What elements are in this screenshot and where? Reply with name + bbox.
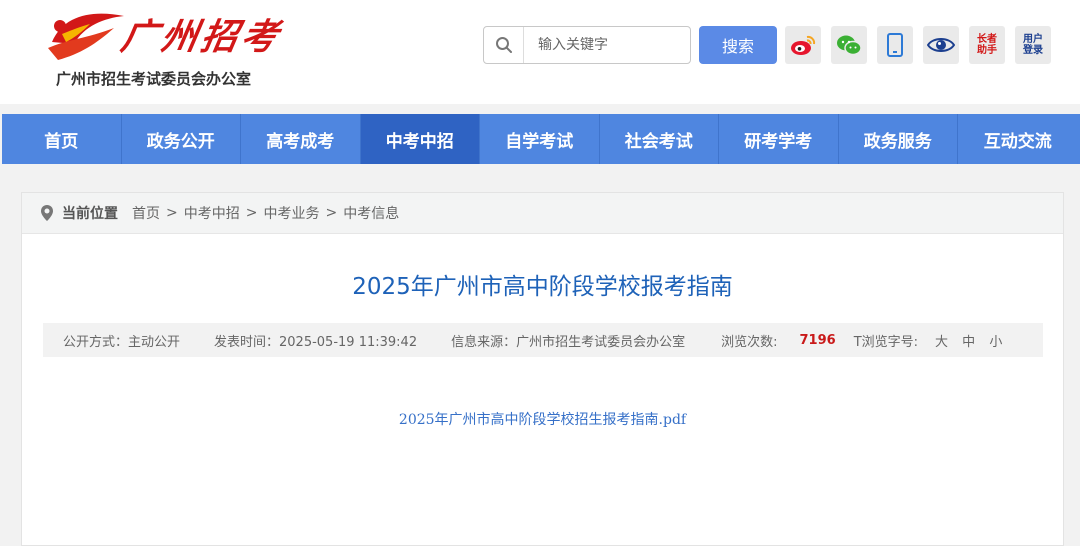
accessibility-button[interactable] xyxy=(923,26,959,64)
site-header: 广州招考 广州市招生考试委员会办公室 搜索 xyxy=(0,0,1080,104)
main-content: 当前位置 首页 > 中考中招 > 中考业务 > 中考信息 2025年广州市高中阶… xyxy=(21,192,1064,546)
nav-item-gaokao[interactable]: 高考成考 xyxy=(241,114,361,164)
search-button[interactable]: 搜索 xyxy=(699,26,777,64)
breadcrumb-separator: > xyxy=(245,205,258,221)
nav-item-self-study-exam[interactable]: 自学考试 xyxy=(480,114,600,164)
breadcrumb-zhongkao-business[interactable]: 中考业务 xyxy=(263,203,319,223)
nav-item-interaction[interactable]: 互动交流 xyxy=(958,114,1078,164)
search-icon xyxy=(484,27,524,63)
font-size-options: 大 中 小 xyxy=(930,331,1007,350)
main-nav: 首页 政务公开 高考成考 中考中招 自学考试 社会考试 研考学考 政务服务 互动… xyxy=(2,114,1080,164)
disclosure-method: 公开方式：主动公开 xyxy=(63,334,181,350)
breadcrumb-label: 当前位置 xyxy=(62,206,118,222)
nav-item-home[interactable]: 首页 xyxy=(2,114,122,164)
info-source: 信息来源：广州市招生考试委员会办公室 xyxy=(451,334,686,350)
nav-item-zhongkao[interactable]: 中考中招 xyxy=(360,114,480,164)
user-login-button[interactable]: 用户登录 xyxy=(1015,26,1051,64)
logo-subtitle: 广州市招生考试委员会办公室 xyxy=(56,70,252,88)
eye-icon xyxy=(927,38,955,52)
font-size-small[interactable]: 小 xyxy=(989,335,1002,350)
mobile-button[interactable] xyxy=(877,26,913,64)
views-label: 浏览次数: xyxy=(721,334,778,350)
publish-time: 发表时间：2025-05-19 11:39:42 xyxy=(214,334,418,350)
font-size-label: T浏览字号: xyxy=(853,334,919,350)
search-input[interactable] xyxy=(538,37,678,53)
views-count: 7196 xyxy=(799,332,836,348)
font-size-large[interactable]: 大 xyxy=(935,335,948,350)
breadcrumb-zhongkao[interactable]: 中考中招 xyxy=(184,203,240,223)
wechat-button[interactable] xyxy=(831,26,867,64)
weibo-icon xyxy=(791,35,816,55)
breadcrumb-zhongkao-info[interactable]: 中考信息 xyxy=(343,203,399,223)
site-logo[interactable]: 广州招考 广州市招生考试委员会办公室 xyxy=(42,0,285,100)
nav-item-government-services[interactable]: 政务服务 xyxy=(839,114,958,164)
logo-script-text: 广州招考 xyxy=(117,16,286,58)
nav-item-postgrad-exam[interactable]: 研考学考 xyxy=(719,114,839,164)
tool-icons: 长者助手 用户登录 xyxy=(785,26,1051,64)
breadcrumb-separator: > xyxy=(325,205,338,221)
user-login-label: 用户登录 xyxy=(1023,34,1043,56)
weibo-button[interactable] xyxy=(785,26,821,64)
elder-assistant-label: 长者助手 xyxy=(977,34,997,56)
location-pin-icon xyxy=(41,205,53,221)
breadcrumb-separator: > xyxy=(166,205,178,221)
nav-item-government-affairs[interactable]: 政务公开 xyxy=(122,114,241,164)
mobile-icon xyxy=(887,33,903,57)
search-box xyxy=(483,26,691,64)
breadcrumb-home[interactable]: 首页 xyxy=(132,203,160,223)
font-size-medium[interactable]: 中 xyxy=(962,335,975,350)
nav-item-social-exam[interactable]: 社会考试 xyxy=(600,114,719,164)
breadcrumb: 当前位置 首页 > 中考中招 > 中考业务 > 中考信息 xyxy=(22,193,1063,234)
article-meta: 公开方式：主动公开 发表时间：2025-05-19 11:39:42 信息来源：… xyxy=(43,323,1043,357)
attachment-link[interactable]: 2025年广州市高中阶段学校招生报考指南.pdf xyxy=(22,409,1063,429)
article-title: 2025年广州市高中阶段学校报考指南 xyxy=(352,274,733,300)
wechat-icon xyxy=(837,35,862,56)
elder-assistant-button[interactable]: 长者助手 xyxy=(969,26,1005,64)
